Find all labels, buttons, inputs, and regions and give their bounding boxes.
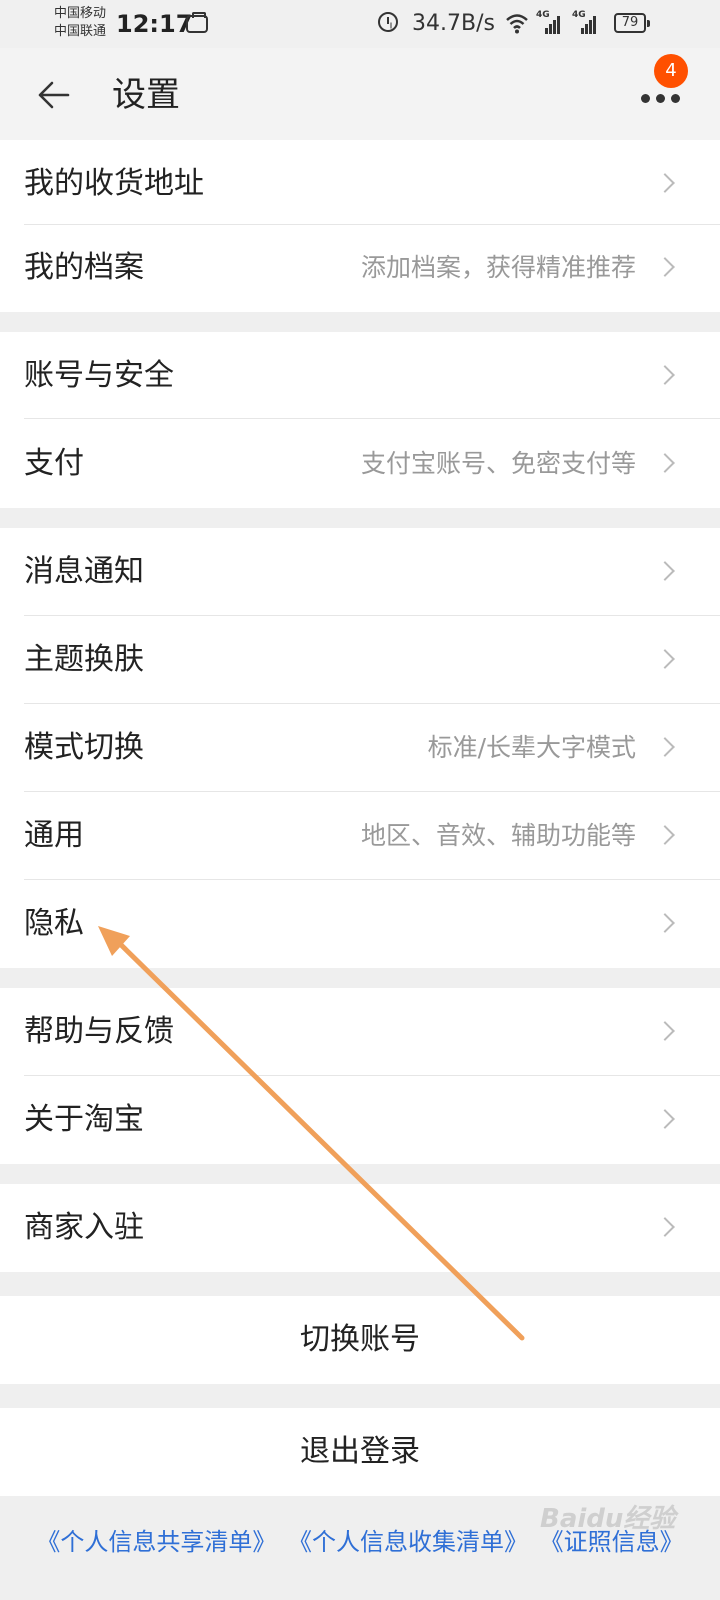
settings-item-notifications[interactable]: 消息通知 <box>0 528 720 616</box>
top-nav-bar: 设置 <box>0 48 720 140</box>
page-title: 设置 <box>112 75 180 115</box>
chevron-right-icon <box>655 1109 675 1129</box>
signal-2-icon: 4G <box>572 10 598 34</box>
divider <box>24 418 720 419</box>
item-label: 消息通知 <box>24 554 144 589</box>
item-label: 我的档案 <box>24 250 144 285</box>
item-label: 商家入驻 <box>24 1210 144 1245</box>
link-info-collection-list[interactable]: 《个人信息收集清单》 <box>288 1528 528 1556</box>
chevron-right-icon <box>655 649 675 669</box>
item-hint: 添加档案，获得精准推荐 <box>360 253 636 282</box>
chevron-right-icon <box>655 173 675 193</box>
chevron-right-icon <box>655 1021 675 1041</box>
settings-item-address[interactable]: 我的收货地址 <box>0 140 720 228</box>
settings-item-account-security[interactable]: 账号与安全 <box>0 332 720 420</box>
item-label: 关于淘宝 <box>24 1102 144 1137</box>
wifi-icon <box>506 14 528 34</box>
settings-item-mode[interactable]: 模式切换 标准/长辈大字模式 <box>0 704 720 792</box>
chevron-right-icon <box>655 561 675 581</box>
logout-button[interactable]: 退出登录 <box>0 1408 720 1496</box>
status-bar: 中国移动 中国联通 12:17 34.7B/s 4G 4G 79 <box>0 0 720 48</box>
sim-icon <box>186 12 208 33</box>
settings-group-5: 商家入驻 <box>0 1184 720 1272</box>
status-time: 12:17 <box>116 10 193 38</box>
item-hint: 地区、音效、辅助功能等 <box>360 821 636 850</box>
chevron-right-icon <box>655 453 675 473</box>
settings-group-3: 消息通知 主题换肤 模式切换 标准/长辈大字模式 通用 地区、音效、辅助功能等 … <box>0 528 720 968</box>
carrier-2: 中国联通 <box>54 24 107 39</box>
settings-group-2: 账号与安全 支付 支付宝账号、免密支付等 <box>0 332 720 508</box>
signal-1-tag: 4G <box>536 10 550 20</box>
settings-group-1: 我的收货地址 我的档案 添加档案，获得精准推荐 <box>0 140 720 312</box>
item-label: 支付 <box>24 446 84 481</box>
settings-item-merchant[interactable]: 商家入驻 <box>0 1184 720 1272</box>
chevron-right-icon <box>655 257 675 277</box>
item-label: 通用 <box>24 818 84 853</box>
signal-1-icon: 4G <box>536 10 562 34</box>
chevron-right-icon <box>655 913 675 933</box>
settings-item-profile[interactable]: 我的档案 添加档案，获得精准推荐 <box>0 224 720 312</box>
signal-2-tag: 4G <box>572 10 586 20</box>
item-label: 账号与安全 <box>24 358 174 393</box>
chevron-right-icon <box>655 825 675 845</box>
settings-item-general[interactable]: 通用 地区、音效、辅助功能等 <box>0 792 720 880</box>
settings-item-about[interactable]: 关于淘宝 <box>0 1076 720 1164</box>
item-label: 模式切换 <box>24 730 144 765</box>
settings-group-4: 帮助与反馈 关于淘宝 <box>0 988 720 1164</box>
alarm-icon <box>378 12 398 32</box>
item-label: 主题换肤 <box>24 642 144 677</box>
battery-level: 79 <box>621 15 639 30</box>
battery-icon: 79 <box>614 13 650 33</box>
item-hint: 标准/长辈大字模式 <box>427 733 636 762</box>
chevron-right-icon <box>655 737 675 757</box>
item-label: 帮助与反馈 <box>24 1014 174 1049</box>
link-info-sharing-list[interactable]: 《个人信息共享清单》 <box>36 1528 276 1556</box>
chevron-right-icon <box>655 1217 675 1237</box>
notification-badge: 4 <box>654 54 688 88</box>
settings-item-payment[interactable]: 支付 支付宝账号、免密支付等 <box>0 420 720 508</box>
arrow-left-icon[interactable] <box>28 70 78 120</box>
item-label: 我的收货地址 <box>24 166 204 201</box>
switch-account-button[interactable]: 切换账号 <box>0 1296 720 1384</box>
item-hint: 支付宝账号、免密支付等 <box>360 449 636 478</box>
more-dots-icon[interactable] <box>630 80 690 120</box>
carrier-1: 中国移动 <box>54 6 107 21</box>
settings-item-help[interactable]: 帮助与反馈 <box>0 988 720 1076</box>
carrier-names: 中国移动 中国联通 <box>54 5 106 41</box>
item-label: 隐私 <box>24 906 84 941</box>
settings-item-privacy[interactable]: 隐私 <box>0 880 720 968</box>
watermark-logo: Baidu经验 <box>540 1504 676 1534</box>
network-speed: 34.7B/s <box>412 11 495 36</box>
chevron-right-icon <box>655 365 675 385</box>
settings-item-theme[interactable]: 主题换肤 <box>0 616 720 704</box>
